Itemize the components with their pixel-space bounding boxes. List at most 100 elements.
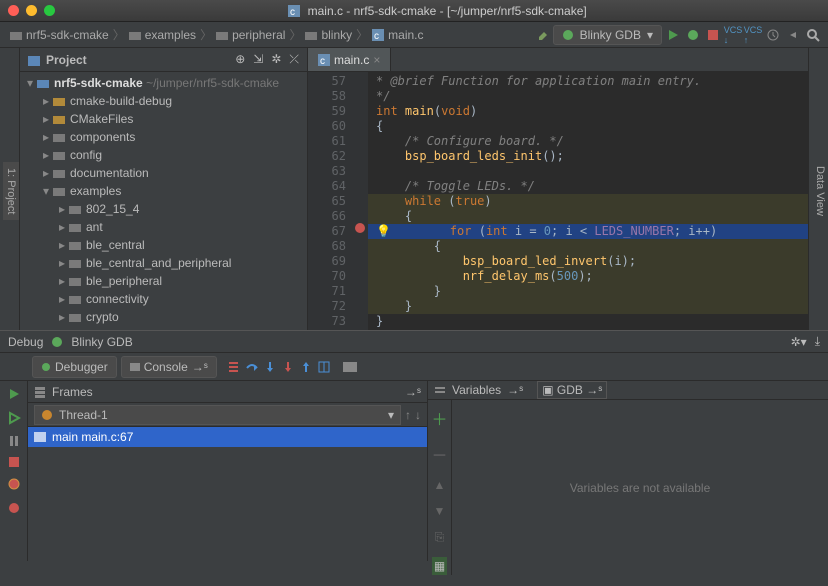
resume-icon[interactable]	[7, 411, 21, 425]
chevron-right-icon: 〉	[200, 26, 212, 43]
remove-watch-icon[interactable]: －	[431, 442, 447, 466]
vcs-update-icon[interactable]: VCS↓	[724, 26, 742, 44]
search-icon[interactable]	[804, 26, 822, 44]
frames-icon	[34, 386, 46, 398]
editor-tab-main-c[interactable]: c main.c ×	[308, 48, 391, 71]
revert-icon[interactable]	[784, 26, 802, 44]
chevron-right-icon: 〉	[356, 26, 368, 43]
tree-item[interactable]: ▸documentation	[20, 164, 307, 182]
close-tab-icon[interactable]: ×	[373, 53, 380, 67]
mute-breakpoints-icon[interactable]	[7, 501, 21, 515]
debug-panel: Debug Blinky GDB ✲▾ ⤓ Debugger Console →…	[0, 330, 828, 561]
run-configuration-dropdown[interactable]: Blinky GDB ▾	[553, 25, 662, 45]
right-tool-strip: Data View	[808, 48, 828, 330]
bug-icon	[51, 336, 63, 348]
project-panel-title: Project	[46, 53, 229, 67]
force-step-into-icon[interactable]	[281, 360, 295, 374]
settings-gear-icon[interactable]: ✲	[271, 52, 281, 67]
chevron-down-icon: ▾	[647, 28, 653, 42]
step-out-icon[interactable]	[299, 360, 313, 374]
c-file-icon: c	[318, 54, 330, 66]
console-tab[interactable]: Console →ˢ	[121, 356, 217, 378]
close-window-icon[interactable]	[8, 5, 19, 16]
frames-panel: Frames →ˢ Thread-1 ▾ ↑ ↓ main main.c:67	[28, 381, 428, 561]
up-icon[interactable]: ▲	[434, 478, 446, 492]
variables-toolbar: ＋ － ▲ ▼ ⎘ ▦	[428, 400, 452, 575]
maximize-window-icon[interactable]	[44, 5, 55, 16]
tree-item[interactable]: ▸connectivity	[20, 290, 307, 308]
editor-tab-label: main.c	[334, 53, 369, 67]
show-execution-point-icon[interactable]	[227, 360, 241, 374]
chevron-right-icon: 〉	[289, 26, 301, 43]
tree-item[interactable]: ▸crypto	[20, 308, 307, 326]
next-frame-icon[interactable]: ↓	[415, 408, 421, 422]
down-icon[interactable]: ▼	[434, 504, 446, 518]
step-over-icon[interactable]	[245, 360, 259, 374]
tree-item[interactable]: ▸cmake-build-debug	[20, 92, 307, 110]
tool-tab-project[interactable]: 1: Project	[3, 162, 19, 220]
c-file-icon: c	[288, 5, 300, 17]
thread-dropdown[interactable]: Thread-1 ▾	[34, 405, 401, 425]
restore-layout-icon[interactable]: →ˢ	[405, 385, 421, 399]
memory-view-icon[interactable]: ▦	[432, 557, 447, 575]
project-panel-toolbar: ⊕ ⇲ ✲ ⤫	[235, 52, 299, 67]
tree-item[interactable]: ▸CMakeFiles	[20, 110, 307, 128]
tree-root[interactable]: ▾nrf5-sdk-cmake ~/jumper/nrf5-sdk-cmake	[20, 74, 307, 92]
tool-tab-dataview[interactable]: Data View	[812, 160, 828, 222]
tree-item[interactable]: ▸ble_peripheral	[20, 272, 307, 290]
window-title: c main.c - nrf5-sdk-cmake - [~/jumper/nr…	[55, 4, 820, 18]
settings-gear-icon[interactable]: ✲▾	[791, 335, 807, 349]
tree-item[interactable]: ▸components	[20, 128, 307, 146]
evaluate-expression-icon[interactable]	[343, 360, 357, 374]
stop-button[interactable]	[704, 26, 722, 44]
breadcrumb-item[interactable]: examples	[125, 28, 200, 42]
scroll-to-icon[interactable]: ⊕	[235, 52, 245, 67]
frame-icon	[34, 431, 46, 443]
prev-frame-icon[interactable]: ↑	[405, 408, 411, 422]
debugger-tab[interactable]: Debugger	[32, 356, 117, 378]
tree-item[interactable]: ▸802_15_4	[20, 200, 307, 218]
project-icon	[28, 54, 40, 66]
collapse-all-icon[interactable]: ⇲	[253, 52, 263, 67]
hide-panel-icon[interactable]: ⤫	[289, 52, 299, 67]
run-to-cursor-icon[interactable]	[317, 360, 331, 374]
tree-item[interactable]: ▸ble_central	[20, 236, 307, 254]
restore-layout-icon[interactable]: ⤓	[815, 334, 820, 349]
hammer-build-icon[interactable]	[537, 28, 551, 42]
gdb-tab[interactable]: ▣ GDB →ˢ	[537, 381, 607, 399]
stack-frame-row[interactable]: main main.c:67	[28, 427, 427, 447]
vcs-commit-icon[interactable]: VCS↑	[744, 26, 762, 44]
debug-run-controls	[0, 381, 28, 561]
pause-icon[interactable]	[8, 435, 20, 447]
left-tool-strip: 1: Project 7: Structure ★ 2: Favorites	[0, 48, 20, 330]
history-icon[interactable]	[764, 26, 782, 44]
project-tree[interactable]: ▾nrf5-sdk-cmake ~/jumper/nrf5-sdk-cmake▸…	[20, 72, 307, 330]
tree-item[interactable]: ▾examples	[20, 182, 307, 200]
window-titlebar: c main.c - nrf5-sdk-cmake - [~/jumper/nr…	[0, 0, 828, 22]
breadcrumb-item[interactable]: nrf5-sdk-cmake	[6, 28, 113, 42]
tree-item[interactable]: ▸config	[20, 146, 307, 164]
breadcrumb-item[interactable]: peripheral	[212, 28, 289, 42]
run-button[interactable]	[664, 26, 682, 44]
view-breakpoints-icon[interactable]	[7, 477, 21, 491]
breadcrumb-item[interactable]: cmain.c	[368, 28, 427, 42]
variables-panel: Variables →ˢ ▣ GDB →ˢ ＋ － ▲ ▼ ⎘ ▦ Variab…	[428, 381, 828, 561]
navigation-toolbar: nrf5-sdk-cmake〉examples〉peripheral〉blink…	[0, 22, 828, 48]
svg-text:c: c	[374, 31, 379, 41]
tree-item[interactable]: ▸ble_central_and_peripheral	[20, 254, 307, 272]
rerun-icon[interactable]	[7, 387, 21, 401]
code-editor[interactable]: 575859606162636465666768697071727374 * @…	[308, 72, 808, 330]
line-number-gutter: 575859606162636465666768697071727374	[308, 72, 354, 330]
chevron-down-icon: ▾	[388, 408, 394, 422]
stop-icon[interactable]	[9, 457, 19, 467]
chevron-right-icon: 〉	[113, 26, 125, 43]
debug-toolbar: Debugger Console →ˢ	[0, 353, 828, 381]
add-watch-icon[interactable]: ＋	[431, 406, 447, 430]
debug-button[interactable]	[684, 26, 702, 44]
minimize-window-icon[interactable]	[26, 5, 37, 16]
tree-item[interactable]: ▸ant	[20, 218, 307, 236]
copy-icon[interactable]: ⎘	[435, 530, 445, 545]
frames-title: Frames	[52, 385, 399, 399]
step-into-icon[interactable]	[263, 360, 277, 374]
breadcrumb-item[interactable]: blinky	[301, 28, 356, 42]
